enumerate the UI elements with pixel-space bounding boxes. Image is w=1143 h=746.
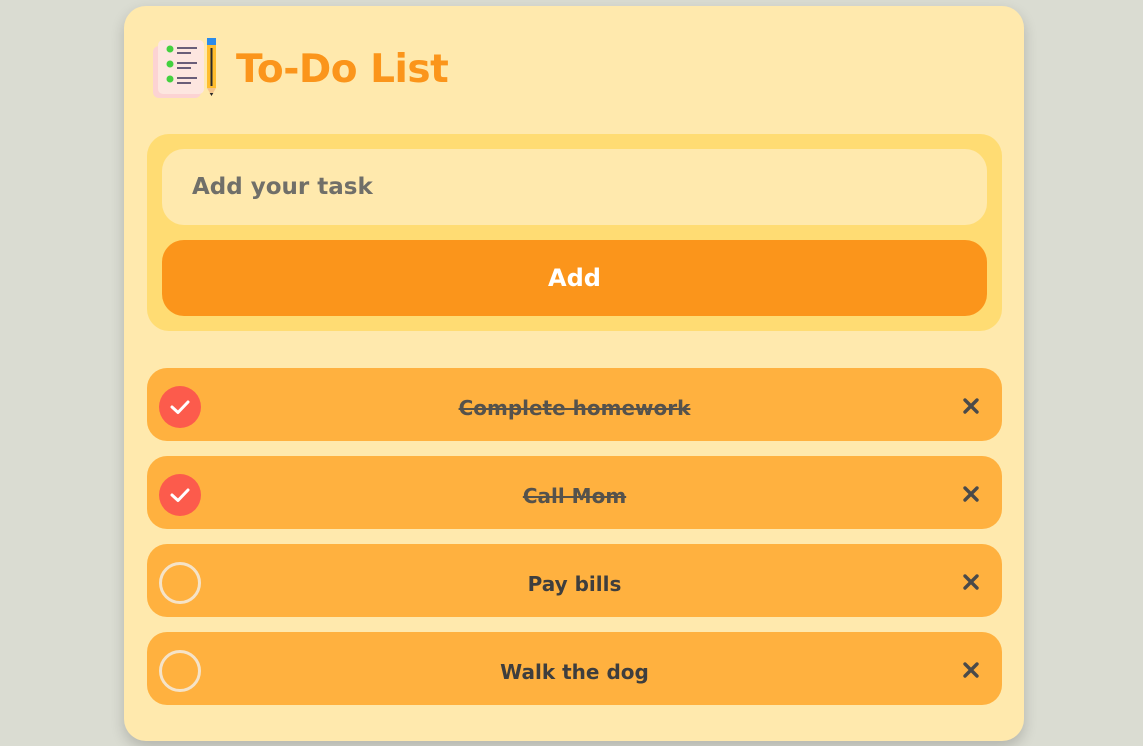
task-text[interactable]: Pay bills	[207, 544, 942, 617]
header: To-Do List	[150, 36, 449, 102]
add-button[interactable]: Add	[162, 240, 987, 316]
task-text[interactable]: Walk the dog	[207, 632, 942, 705]
task-text[interactable]: Call Mom	[207, 456, 942, 529]
unchecked-checkbox-icon[interactable]	[159, 562, 201, 604]
checked-checkbox-icon[interactable]	[159, 386, 201, 428]
close-icon[interactable]	[960, 483, 982, 505]
task-item: Pay bills	[147, 544, 1002, 617]
close-icon[interactable]	[960, 395, 982, 417]
close-icon[interactable]	[960, 659, 982, 681]
page-title: To-Do List	[236, 46, 449, 92]
add-task-panel: Add	[147, 134, 1002, 331]
unchecked-checkbox-icon[interactable]	[159, 650, 201, 692]
notepad-with-pencil-icon	[150, 36, 222, 102]
task-list: Complete homework Call Mom Pay bills Wal…	[147, 368, 1002, 705]
task-text[interactable]: Complete homework	[207, 368, 942, 441]
checked-checkbox-icon[interactable]	[159, 474, 201, 516]
todo-card: To-Do List Add Complete homework	[124, 6, 1024, 741]
task-item: Complete homework	[147, 368, 1002, 441]
task-item: Call Mom	[147, 456, 1002, 529]
task-input[interactable]	[162, 149, 987, 225]
close-icon[interactable]	[960, 571, 982, 593]
task-item: Walk the dog	[147, 632, 1002, 705]
